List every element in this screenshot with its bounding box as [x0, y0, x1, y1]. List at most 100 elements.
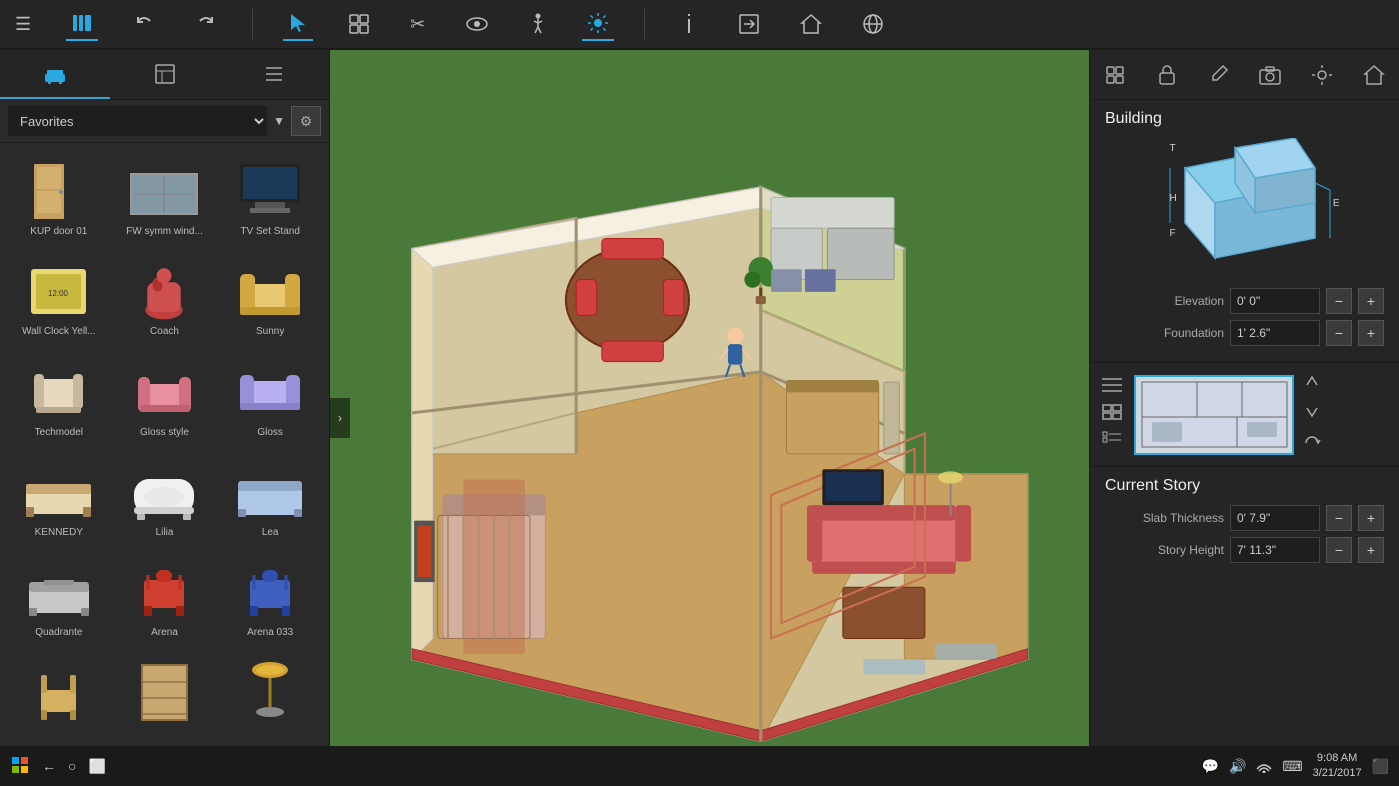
item-lea[interactable]: Lea [219, 452, 321, 548]
network2-icon[interactable] [1256, 757, 1272, 776]
current-story-section: Current Story Slab Thickness − + Story H… [1090, 467, 1399, 786]
tab-furniture[interactable] [0, 50, 110, 99]
slab-increase[interactable]: + [1358, 505, 1384, 531]
select-icon[interactable] [283, 7, 313, 41]
story-height-increase[interactable]: + [1358, 537, 1384, 563]
floor-plan[interactable] [330, 50, 1089, 786]
item-lamp[interactable] [219, 653, 321, 738]
mini-plan-section [1090, 363, 1399, 467]
building-title: Building [1105, 110, 1384, 128]
story-height-decrease[interactable]: − [1326, 537, 1352, 563]
window-button[interactable]: ⬜ [88, 758, 105, 775]
eye-icon[interactable] [460, 11, 494, 37]
item-wall-clock-label: Wall Clock Yell... [22, 326, 96, 337]
foundation-decrease[interactable]: − [1326, 320, 1352, 346]
item-gloss[interactable]: Gloss [219, 352, 321, 448]
story-height-input[interactable] [1230, 537, 1320, 563]
item-kennedy-label: KENNEDY [35, 527, 83, 538]
item-lea-img [230, 457, 310, 527]
item-gloss-style[interactable]: Gloss style [114, 352, 216, 448]
foundation-increase[interactable]: + [1358, 320, 1384, 346]
angle-down-icon[interactable] [1302, 402, 1322, 427]
floor-plan-background[interactable]: › [330, 50, 1089, 786]
item-gloss-label: Gloss [257, 427, 283, 438]
sep1 [252, 9, 253, 39]
elevation-decrease[interactable]: − [1326, 288, 1352, 314]
item-wall-clock-img: 12:00 [19, 256, 99, 326]
scissors-icon[interactable]: ✂ [405, 9, 430, 40]
item-tv-stand[interactable]: TV Set Stand [219, 151, 321, 247]
item-shelf-img [124, 658, 204, 728]
right-tab-snap[interactable] [1090, 50, 1140, 99]
angle-up-icon[interactable] [1302, 371, 1322, 396]
item-coach[interactable]: Coach [114, 251, 216, 347]
rotate-icon[interactable] [1302, 433, 1322, 458]
view-grid-icon[interactable] [1102, 404, 1122, 425]
network-icon[interactable] [857, 8, 889, 40]
item-coach-img [124, 256, 204, 326]
item-sunny-label: Sunny [256, 326, 284, 337]
item-sunny[interactable]: Sunny [219, 251, 321, 347]
group-icon[interactable] [343, 8, 375, 40]
item-fw-symm[interactable]: FW symm wind... [114, 151, 216, 247]
info-icon[interactable] [675, 8, 703, 40]
item-techmodel[interactable]: Techmodel [8, 352, 110, 448]
item-arena-label: Arena [151, 627, 178, 638]
items-grid: KUP door 01 FW symm wind... [0, 143, 329, 746]
right-tab-lock[interactable] [1142, 50, 1192, 99]
right-panel: Building T H F E [1089, 50, 1399, 786]
favorites-dropdown[interactable]: Favorites [8, 106, 267, 136]
item-chair2[interactable] [8, 653, 110, 738]
slab-decrease[interactable]: − [1326, 505, 1352, 531]
library-icon[interactable] [66, 7, 98, 41]
expand-left-arrow[interactable]: › [330, 398, 350, 438]
walk-icon[interactable] [524, 8, 552, 40]
redo-icon[interactable] [190, 8, 222, 40]
right-tab-light[interactable] [1297, 50, 1347, 99]
back-button[interactable]: ← [42, 758, 56, 774]
tab-list[interactable] [219, 50, 329, 99]
item-wall-clock[interactable]: 12:00 Wall Clock Yell... [8, 251, 110, 347]
label-F: F [1170, 228, 1176, 239]
undo-icon[interactable] [128, 8, 160, 40]
right-tab-pen[interactable] [1194, 50, 1244, 99]
notifications-icon[interactable]: ⬛ [1372, 758, 1389, 775]
keyboard-icon[interactable]: ⌨ [1282, 758, 1302, 775]
item-kennedy[interactable]: KENNEDY [8, 452, 110, 548]
story-height-label: Story Height [1105, 543, 1224, 557]
item-shelf[interactable] [114, 653, 216, 738]
item-kup-door[interactable]: KUP door 01 [8, 151, 110, 247]
right-tab-camera[interactable] [1245, 50, 1295, 99]
center-area: › [330, 50, 1089, 786]
mini-floor-plan[interactable] [1134, 375, 1294, 455]
slab-thickness-input[interactable] [1230, 505, 1320, 531]
view-list-icon[interactable] [1102, 377, 1122, 398]
volume-icon[interactable]: 🔊 [1229, 758, 1246, 775]
item-quadrante[interactable]: Quadrante [8, 552, 110, 648]
elevation-input[interactable] [1230, 288, 1320, 314]
export-icon[interactable] [733, 8, 765, 40]
item-quadrante-img [19, 557, 99, 627]
chat-icon[interactable]: 💬 [1202, 758, 1219, 775]
favorites-gear-button[interactable]: ⚙ [291, 106, 321, 136]
hamburger-menu-icon[interactable]: ☰ [10, 9, 36, 40]
view-detail-icon[interactable] [1102, 431, 1122, 452]
home2-icon[interactable] [795, 8, 827, 40]
item-lamp-img [230, 658, 310, 728]
sep2 [644, 9, 645, 39]
item-tv-stand-img [230, 156, 310, 226]
view-angle-icons [1302, 371, 1322, 458]
right-tab-home[interactable] [1349, 50, 1399, 99]
tab-design[interactable] [110, 50, 220, 99]
item-arena033[interactable]: Arena 033 [219, 552, 321, 648]
sun-icon[interactable] [582, 7, 614, 41]
foundation-input[interactable] [1230, 320, 1320, 346]
start-button[interactable] [10, 755, 30, 778]
item-lilia[interactable]: Lilia [114, 452, 216, 548]
label-T: T [1170, 143, 1176, 154]
item-kup-door-label: KUP door 01 [30, 226, 87, 237]
elevation-increase[interactable]: + [1358, 288, 1384, 314]
item-tv-stand-label: TV Set Stand [240, 226, 299, 237]
item-arena[interactable]: Arena [114, 552, 216, 648]
home-button[interactable]: ○ [68, 758, 76, 774]
